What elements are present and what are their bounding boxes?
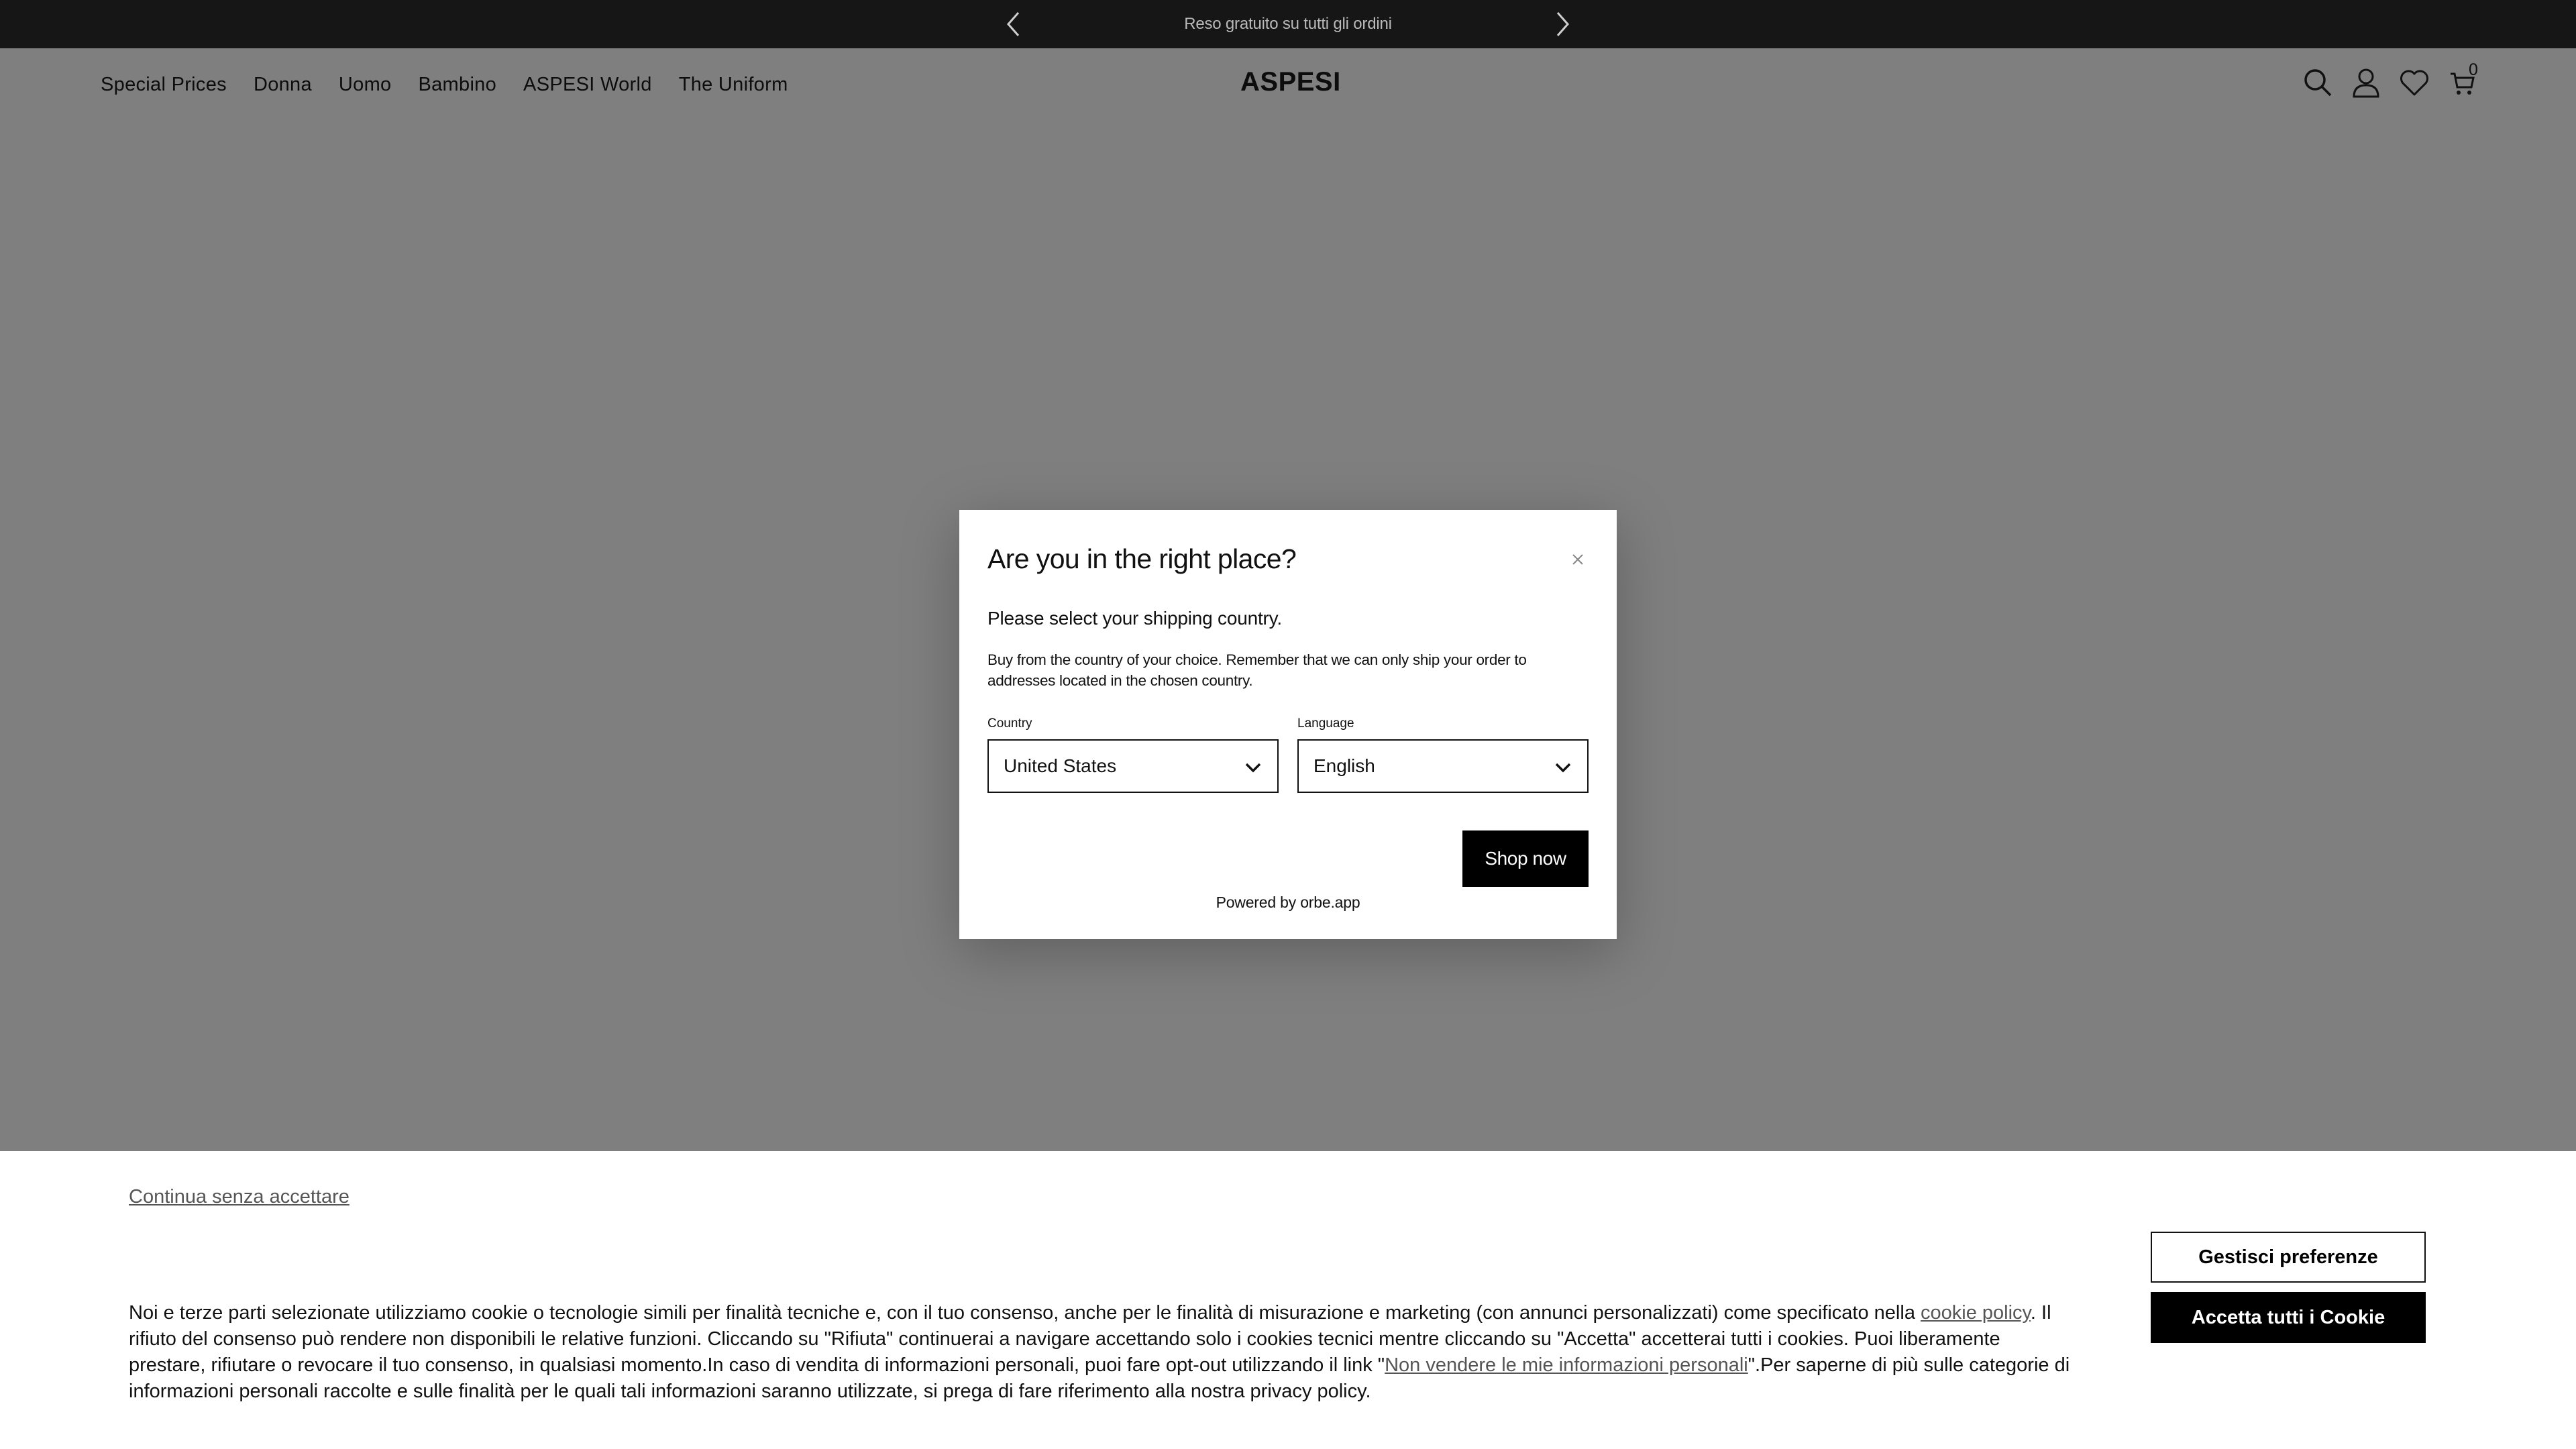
country-select[interactable]: United States	[987, 739, 1279, 793]
site-header: Special Prices Donna Uomo Bambino ASPESI…	[0, 48, 2576, 123]
powered-by-text: Powered by orbe.app	[1216, 894, 1360, 911]
chevron-left-icon[interactable]	[998, 9, 1028, 39]
nav-item-uomo[interactable]: Uomo	[339, 74, 392, 96]
cookie-text-part1: Noi e terze parti selezionate utilizziam…	[129, 1302, 1921, 1324]
nav-item-bambino[interactable]: Bambino	[418, 74, 496, 96]
brand-logo[interactable]: ASPESI	[1240, 67, 1341, 97]
announcement-bar: Reso gratuito su tutti gli ordini	[0, 0, 2576, 48]
language-select[interactable]: English	[1297, 739, 1589, 793]
main-nav: Special Prices Donna Uomo Bambino ASPESI…	[101, 74, 788, 96]
nav-item-aspesi-world[interactable]: ASPESI World	[523, 74, 652, 96]
modal-description: Buy from the country of your choice. Rem…	[987, 651, 1527, 689]
language-label: Language	[1297, 716, 1354, 731]
shop-now-button[interactable]: Shop now	[1462, 830, 1589, 887]
accept-all-cookies-button[interactable]: Accetta tutti i Cookie	[2151, 1292, 2426, 1343]
continue-without-accepting-link[interactable]: Continua senza accettare	[129, 1186, 350, 1208]
country-selector-modal: Are you in the right place? Please selec…	[959, 510, 1617, 939]
country-select-value: United States	[1004, 755, 1117, 776]
cookie-text: Noi e terze parti selezionate utilizziam…	[129, 1300, 2074, 1405]
chevron-down-icon	[1244, 758, 1263, 782]
cookie-policy-link[interactable]: cookie policy	[1921, 1302, 2031, 1324]
search-icon[interactable]	[2301, 66, 2334, 99]
country-label: Country	[987, 716, 1032, 731]
do-not-sell-link[interactable]: Non vendere le mie informazioni personal…	[1385, 1354, 1748, 1376]
chevron-right-icon[interactable]	[1548, 9, 1578, 39]
cart-icon[interactable]: 0	[2446, 60, 2479, 99]
heart-icon[interactable]	[2398, 66, 2431, 99]
manage-preferences-button[interactable]: Gestisci preferenze	[2151, 1232, 2426, 1283]
modal-title: Are you in the right place?	[987, 543, 1297, 574]
header-icons: 0	[2301, 60, 2479, 99]
nav-item-the-uniform[interactable]: The Uniform	[679, 74, 788, 96]
cookie-banner: Continua senza accettare Noi e terze par…	[0, 1151, 2576, 1449]
close-icon[interactable]	[1566, 547, 1590, 572]
cart-count-badge: 0	[2469, 60, 2478, 79]
account-icon[interactable]	[2349, 66, 2383, 99]
nav-item-special-prices[interactable]: Special Prices	[101, 74, 227, 96]
language-select-value: English	[1313, 755, 1375, 776]
announcement-message: Reso gratuito su tutti gli ordini	[1184, 15, 1392, 33]
modal-subtitle: Please select your shipping country.	[987, 608, 1282, 629]
chevron-down-icon	[1554, 758, 1572, 782]
nav-item-donna[interactable]: Donna	[254, 74, 312, 96]
